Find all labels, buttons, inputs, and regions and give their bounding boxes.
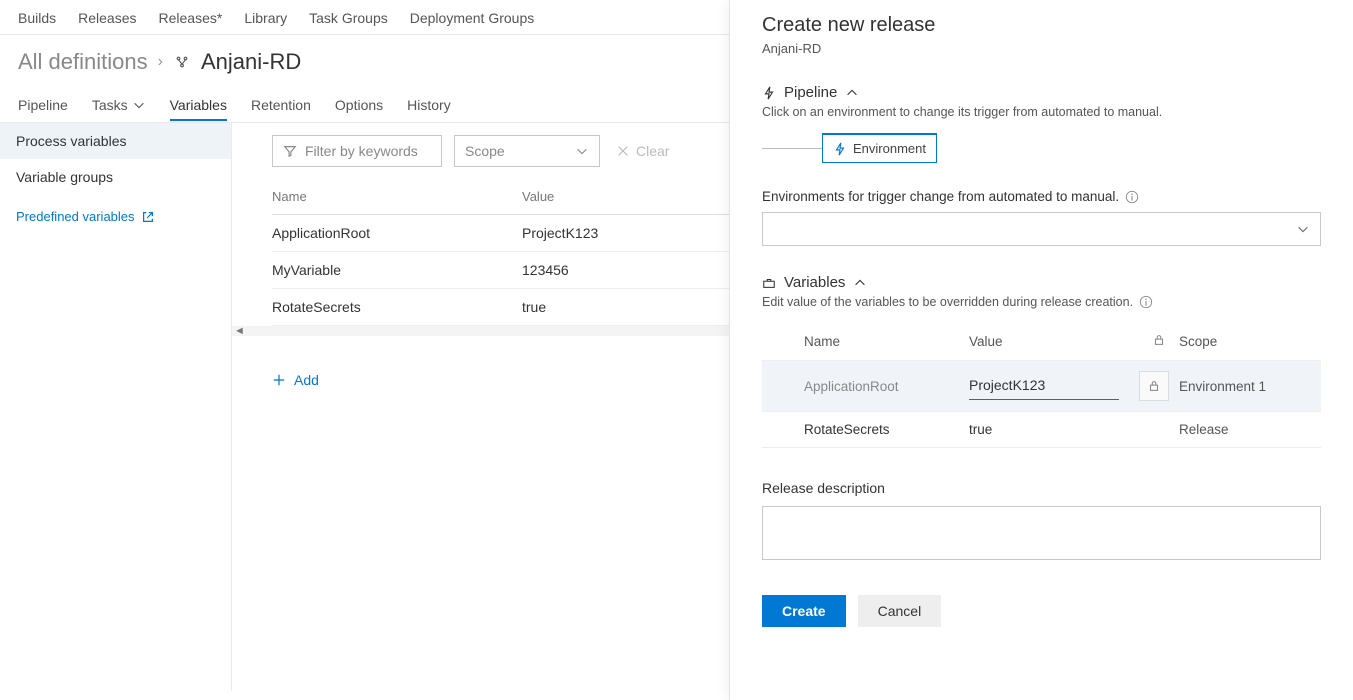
header-scope: Scope (1179, 334, 1321, 349)
tab-tasks-label: Tasks (92, 97, 128, 113)
predefined-variables-label: Predefined variables (16, 209, 135, 224)
scope-dropdown[interactable]: Scope (454, 135, 600, 167)
sidebar-variable-groups[interactable]: Variable groups (0, 159, 231, 195)
chevron-down-icon (1296, 222, 1310, 236)
header-name: Name (272, 189, 522, 204)
scope-label: Scope (465, 143, 505, 159)
breadcrumb-definition-name: Anjani-RD (201, 49, 301, 75)
release-description-input[interactable] (762, 506, 1321, 560)
sidebar-predefined-variables-link[interactable]: Predefined variables (0, 195, 231, 238)
panel-title: Create new release (762, 14, 1321, 37)
info-icon[interactable] (1139, 295, 1153, 309)
header-value: Value (969, 334, 1139, 349)
header-lock (1139, 333, 1179, 350)
tab-retention[interactable]: Retention (251, 89, 311, 121)
nav-releases[interactable]: Releases (78, 10, 136, 26)
toolbox-icon (762, 276, 776, 290)
clear-button[interactable]: Clear (616, 143, 669, 159)
nav-builds[interactable]: Builds (18, 10, 56, 26)
environments-field-label: Environments for trigger change from aut… (762, 189, 1321, 204)
tab-tasks[interactable]: Tasks (92, 89, 146, 121)
bolt-icon (833, 142, 847, 156)
var-name: RotateSecrets (272, 299, 522, 315)
release-definition-icon (173, 53, 191, 71)
environments-field-text: Environments for trigger change from aut… (762, 189, 1119, 204)
panel-var-value-input[interactable] (969, 373, 1119, 400)
panel-var-name: ApplicationRoot (804, 379, 969, 394)
pipeline-connector (762, 148, 822, 149)
pipeline-visualization: Environment (762, 133, 1321, 163)
variables-section-desc-text: Edit value of the variables to be overri… (762, 295, 1133, 309)
var-name: MyVariable (272, 262, 522, 278)
pipeline-heading-label: Pipeline (784, 84, 837, 101)
panel-variable-row[interactable]: RotateSecrets true Release (762, 412, 1321, 448)
chevron-up-icon (853, 276, 867, 290)
lock-icon (1147, 379, 1161, 393)
tab-pipeline[interactable]: Pipeline (18, 89, 68, 121)
chevron-up-icon (845, 86, 859, 100)
environment-card-label: Environment (853, 141, 926, 156)
external-link-icon (141, 210, 155, 224)
variables-section-header[interactable]: Variables (762, 274, 1321, 291)
create-release-panel: Create new release Anjani-RD Pipeline Cl… (729, 0, 1353, 700)
variables-heading-label: Variables (784, 274, 845, 291)
filter-input[interactable]: Filter by keywords (272, 135, 442, 167)
tab-variables[interactable]: Variables (170, 89, 227, 121)
info-icon[interactable] (1125, 190, 1139, 204)
var-name: ApplicationRoot (272, 225, 522, 241)
tab-history[interactable]: History (407, 89, 451, 121)
filter-placeholder: Filter by keywords (305, 143, 418, 159)
pipeline-section-desc: Click on an environment to change its tr… (762, 105, 1321, 119)
pipeline-section-header[interactable]: Pipeline (762, 84, 1321, 101)
panel-var-scope: Release (1179, 422, 1321, 437)
panel-subtitle: Anjani-RD (762, 41, 1321, 56)
panel-variable-row[interactable]: ApplicationRoot Environment 1 (762, 361, 1321, 412)
panel-variables-header: Name Value Scope (762, 323, 1321, 361)
cancel-button[interactable]: Cancel (858, 595, 942, 627)
lock-toggle[interactable] (1139, 371, 1169, 401)
nav-library[interactable]: Library (244, 10, 287, 26)
chevron-down-icon (575, 144, 589, 158)
environment-card[interactable]: Environment (822, 133, 937, 163)
close-icon (616, 144, 630, 158)
environments-dropdown[interactable] (762, 212, 1321, 246)
variables-sidebar: Process variables Variable groups Predef… (0, 123, 232, 691)
chevron-down-icon (132, 98, 146, 112)
release-description-label: Release description (762, 480, 1321, 496)
variables-section-desc: Edit value of the variables to be overri… (762, 295, 1321, 309)
nav-releases-star[interactable]: Releases* (159, 10, 223, 26)
breadcrumb-all-definitions[interactable]: All definitions (18, 49, 148, 75)
bolt-icon (762, 86, 776, 100)
create-button[interactable]: Create (762, 595, 846, 627)
panel-var-name: RotateSecrets (804, 422, 969, 437)
plus-icon (272, 373, 286, 387)
chevron-right-icon: › (158, 53, 163, 71)
sidebar-process-variables[interactable]: Process variables (0, 123, 231, 159)
lock-icon (1152, 333, 1166, 347)
add-label: Add (294, 372, 319, 388)
panel-var-value: true (969, 422, 1139, 437)
filter-icon (283, 144, 297, 158)
tab-options[interactable]: Options (335, 89, 383, 121)
header-name: Name (804, 334, 969, 349)
panel-var-scope: Environment 1 (1179, 379, 1321, 394)
nav-task-groups[interactable]: Task Groups (309, 10, 388, 26)
clear-label: Clear (636, 143, 669, 159)
nav-deployment-groups[interactable]: Deployment Groups (410, 10, 535, 26)
scroll-left-icon: ◄ (234, 325, 245, 337)
